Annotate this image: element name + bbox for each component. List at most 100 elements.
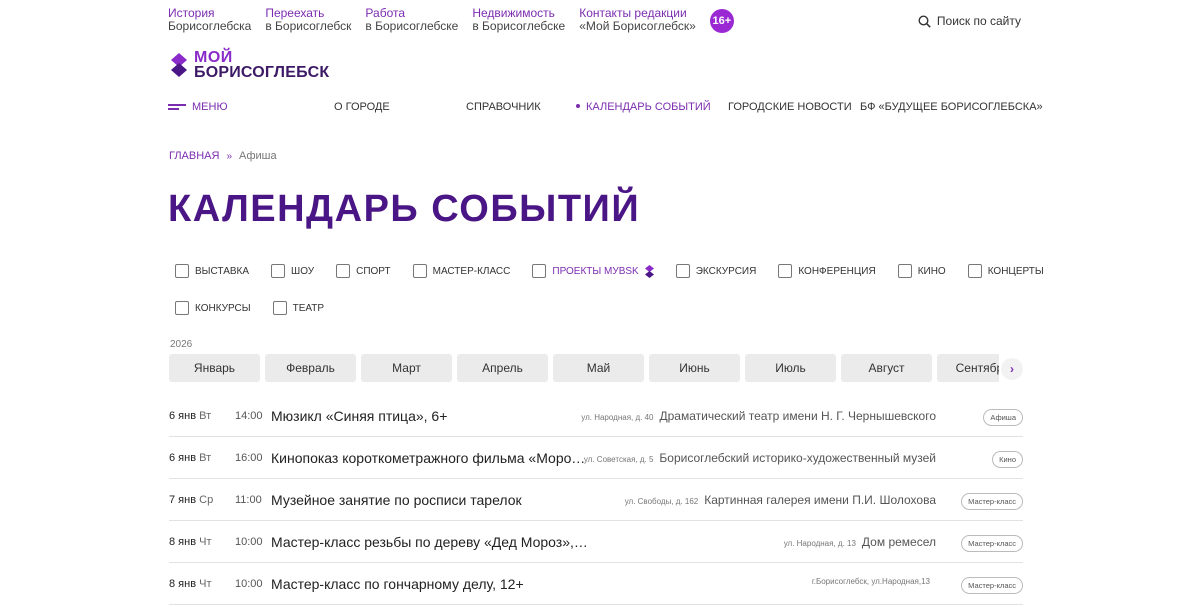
event-time: 10:00: [235, 578, 263, 590]
page-title: КАЛЕНДАРЬ СОБЫТИЙ: [168, 188, 641, 230]
toplink-history[interactable]: История Борисоглебска: [168, 7, 251, 33]
event-place: ул. Народная, д. 40 Драматический театр и…: [581, 409, 936, 423]
checkbox[interactable]: [967, 264, 982, 278]
site-search-button[interactable]: Поиск по сайту: [918, 14, 1021, 28]
filter-concerts[interactable]: КОНЦЕРТЫ: [967, 263, 1044, 279]
event-venue: Картинная галерея имени П.И. Шолохова: [704, 493, 936, 507]
event-title[interactable]: Мастер-класс по гончарному делу, 12+: [271, 576, 524, 592]
menu-label: МЕНЮ: [192, 101, 228, 113]
month-may[interactable]: Май: [553, 354, 644, 382]
event-row[interactable]: 6 янв Вт 14:00 Мюзикл «Синяя птица», 6+ …: [169, 395, 1023, 437]
event-row[interactable]: 6 янв Вт 16:00 Кинопоказ короткометражно…: [169, 437, 1023, 479]
month-january[interactable]: Январь: [169, 354, 260, 382]
event-title[interactable]: Мюзикл «Синяя птица», 6+: [271, 408, 447, 424]
year-label: 2026: [170, 339, 193, 350]
nav-item-events-calendar[interactable]: КАЛЕНДАРЬ СОБЫТИЙ: [576, 101, 711, 113]
filter-show[interactable]: ШОУ: [271, 263, 314, 279]
filter-label: КОНФЕРЕНЦИЯ: [798, 265, 876, 277]
checkbox[interactable]: [175, 301, 189, 315]
event-title[interactable]: Музейное занятие по росписи тарелок: [271, 492, 522, 508]
event-category-tag[interactable]: Мастер-класс: [961, 493, 1023, 510]
event-weekday: Ср: [199, 494, 214, 506]
site-logo[interactable]: МОЙ БОРИСОГЛЕБСК: [168, 49, 330, 81]
nav-item-foundation[interactable]: БФ «БУДУЩЕЕ БОРИСОГЛЕБСКА»: [860, 101, 1043, 113]
event-time: 14:00: [235, 410, 263, 422]
checkbox[interactable]: [336, 264, 351, 278]
checkbox[interactable]: [272, 301, 287, 315]
breadcrumb: ГЛАВНАЯ » Афиша: [169, 150, 277, 162]
event-day: 6 янв: [169, 452, 197, 464]
event-category-tag[interactable]: Мастер-класс: [961, 535, 1023, 552]
filter-label: КОНЦЕРТЫ: [987, 265, 1044, 277]
checkbox[interactable]: [778, 264, 793, 278]
event-place: ул. Народная, д. 13 Дом ремесел: [784, 535, 936, 549]
toplink-relocate[interactable]: Переехать в Борисоглебск: [265, 7, 351, 33]
event-weekday: Чт: [199, 578, 212, 590]
event-category-tag[interactable]: Мастер-класс: [961, 577, 1023, 594]
event-time: 11:00: [235, 494, 262, 506]
menu-button[interactable]: МЕНЮ: [168, 101, 228, 113]
month-july[interactable]: Июль: [745, 354, 836, 382]
event-address: ул. Свободы, д. 162: [624, 497, 699, 506]
filter-contests[interactable]: КОНКУРСЫ: [175, 300, 251, 316]
toplink-realty[interactable]: Недвижимость в Борисоглебске: [472, 7, 565, 33]
nav-item-city-news[interactable]: ГОРОДСКИЕ НОВОСТИ: [728, 101, 852, 113]
logo-text: МОЙ БОРИСОГЛЕБСК: [194, 49, 330, 81]
event-row[interactable]: 8 янв Чт 10:00 Мастер-класс по гончарном…: [169, 563, 1023, 605]
toplink-line2: в Борисоглебске: [365, 19, 459, 33]
month-march[interactable]: Март: [361, 354, 452, 382]
month-september[interactable]: Сентябрь: [937, 354, 999, 382]
event-category-tag[interactable]: Афиша: [983, 409, 1023, 426]
event-category-tag[interactable]: Кино: [992, 451, 1023, 468]
toplink-line2: Борисоглебска: [168, 19, 252, 33]
event-address: ул. Советская, д. 5: [583, 455, 654, 464]
filter-label: ПРОЕКТЫ МУВSK: [552, 265, 639, 277]
logo-line1: МОЙ: [194, 49, 233, 66]
event-day: 7 янв: [169, 494, 197, 506]
checkbox[interactable]: [897, 264, 912, 278]
event-place: г.Борисоглебск, ул.Народная,13: [812, 577, 936, 586]
top-links-bar: История Борисоглебска Переехать в Борисо…: [168, 7, 1022, 37]
breadcrumb-home-link[interactable]: ГЛАВНАЯ: [169, 150, 219, 162]
breadcrumb-current: Афиша: [239, 150, 277, 162]
filter-sport[interactable]: СПОРТ: [336, 263, 391, 279]
filter-masterclass[interactable]: МАСТЕР-КЛАСС: [412, 263, 510, 279]
month-august[interactable]: Август: [841, 354, 932, 382]
event-venue: Дом ремесел: [861, 535, 936, 549]
event-address: г.Борисоглебск, ул.Народная,13: [811, 577, 930, 586]
event-row[interactable]: 8 янв Чт 10:00 Мастер-класс резьбы по де…: [169, 521, 1023, 563]
event-date: 6 янв Вт: [169, 452, 211, 464]
month-february[interactable]: Февраль: [265, 354, 356, 382]
logo-line2: БОРИСОГЛЕБСК: [194, 64, 330, 81]
active-dot-icon: [576, 104, 580, 109]
event-address: ул. Народная, д. 13: [783, 539, 856, 548]
event-type-filters: ВЫСТАВКА ШОУ СПОРТ МАСТЕР-КЛАСС ПРОЕКТЫ …: [175, 263, 1044, 337]
month-june[interactable]: Июнь: [649, 354, 740, 382]
filter-conference[interactable]: КОНФЕРЕНЦИЯ: [778, 263, 876, 279]
toplink-jobs[interactable]: Работа в Борисоглебске: [365, 7, 458, 33]
event-weekday: Вт: [199, 410, 212, 422]
event-row[interactable]: 7 янв Ср 11:00 Музейное занятие по роспи…: [169, 479, 1023, 521]
checkbox[interactable]: [271, 264, 286, 278]
toplink-contacts[interactable]: Контакты редакции «Мой Борисоглебск»: [579, 7, 696, 33]
checkbox[interactable]: [175, 264, 189, 278]
age-rating-badge: 16+: [709, 9, 734, 33]
filter-exhibition[interactable]: ВЫСТАВКА: [175, 263, 249, 279]
nav-item-directory[interactable]: СПРАВОЧНИК: [466, 101, 541, 113]
filter-mybsk-projects[interactable]: ПРОЕКТЫ МУВSK: [532, 263, 654, 279]
toplink-line2: в Борисоглебск: [265, 19, 352, 33]
filter-theatre[interactable]: ТЕАТР: [272, 300, 324, 316]
filter-label: ВЫСТАВКА: [195, 265, 250, 277]
checkbox[interactable]: [412, 264, 427, 278]
checkbox[interactable]: [532, 264, 547, 278]
checkbox[interactable]: [675, 264, 690, 278]
event-date: 8 янв Чт: [169, 578, 212, 590]
month-april[interactable]: Апрель: [457, 354, 548, 382]
event-title[interactable]: Кинопоказ короткометражного фильма «Моро…: [271, 450, 589, 466]
chevron-right-icon[interactable]: ›: [1001, 358, 1023, 380]
filter-excursion[interactable]: ЭКСКУРСИЯ: [675, 263, 756, 279]
nav-item-about-city[interactable]: О ГОРОДЕ: [334, 101, 390, 113]
event-title[interactable]: Мастер-класс резьбы по дереву «Дед Мороз…: [271, 534, 589, 550]
event-venue: Драматический театр имени Н. Г. Чернышев…: [659, 409, 936, 423]
filter-cinema[interactable]: КИНО: [897, 263, 946, 279]
